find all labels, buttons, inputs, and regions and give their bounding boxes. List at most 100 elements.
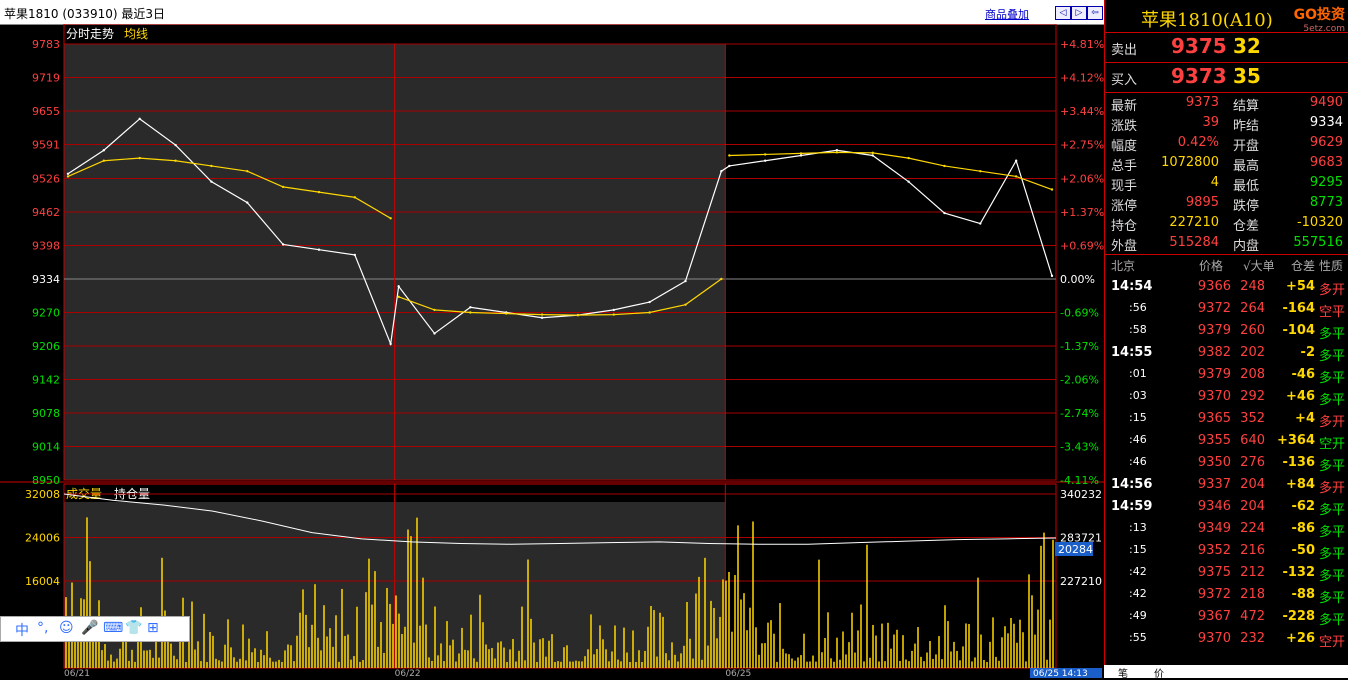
quote-value: 1072800 (1161, 155, 1219, 170)
nav-back-button[interactable]: ⇦ (1087, 6, 1103, 20)
avg-point (246, 169, 249, 173)
price-point (281, 243, 285, 246)
ime-skin-icon[interactable]: 👕 (125, 620, 142, 636)
ime-punct-icon[interactable]: °, (37, 620, 48, 636)
date-label: 06/21 (64, 669, 90, 678)
buy-label: 买入 (1111, 73, 1138, 88)
avg-point (979, 169, 982, 173)
quote-value: 515284 (1169, 235, 1219, 250)
date-label: 06/25 (725, 669, 751, 678)
big-order-toggle[interactable]: √大单 (1243, 257, 1275, 274)
trade-volume: 260 (1240, 323, 1265, 338)
price-point (317, 248, 321, 251)
trade-oi-diff: +46 (1286, 389, 1315, 404)
ime-emoji-icon[interactable]: ☺ (59, 620, 74, 636)
trade-time: :15 (1129, 411, 1147, 424)
price-tick-label: 9334 (32, 273, 60, 286)
price-tick-label: 9014 (32, 441, 60, 454)
trade-oi-diff: +84 (1286, 477, 1315, 492)
quote-label: 幅度 (1111, 139, 1138, 154)
quote-row: 最新 9373 结算 9490 (1105, 93, 1348, 114)
trade-price: 9352 (1197, 543, 1231, 558)
trade-nature: 多平 (1318, 569, 1345, 584)
trade-nature: 多开 (1318, 283, 1345, 298)
trade-oi-diff: -88 (1291, 587, 1316, 602)
quote-value: 557516 (1293, 235, 1343, 250)
trade-oi-diff: -164 (1282, 301, 1315, 316)
trade-oi-diff: -132 (1282, 565, 1315, 580)
trade-volume: 208 (1240, 367, 1265, 382)
trade-volume: 276 (1240, 455, 1265, 470)
contract-title: 苹果1810(A10) (1141, 10, 1273, 31)
trade-nature: 多平 (1318, 591, 1345, 606)
trade-nature: 多平 (1318, 613, 1345, 628)
nav-next-button[interactable]: ▷ (1071, 6, 1087, 20)
trade-row: :42 9372 218 -88 多平 (1105, 584, 1348, 606)
trade-nature: 多平 (1318, 371, 1345, 386)
product-overlay-link[interactable]: 商品叠加 (985, 6, 1029, 22)
price-point (540, 316, 544, 319)
ime-toolbar[interactable]: 中 °, ☺ 🎤 ⌨ 👕 ⊞ (0, 616, 190, 642)
trade-time: 14:59 (1111, 499, 1153, 514)
trade-row: :46 9355 640 +364 空开 (1105, 430, 1348, 452)
trade-oi-diff: -86 (1291, 521, 1316, 536)
trade-volume: 292 (1240, 389, 1265, 404)
trade-time: 14:56 (1111, 477, 1153, 492)
percent-tick-label: +3.44% (1060, 105, 1104, 118)
trade-oi-diff: +26 (1286, 631, 1315, 646)
trade-oi-diff: +54 (1286, 279, 1315, 294)
trade-price: 9379 (1197, 323, 1231, 338)
trade-row: :49 9367 472 -228 多平 (1105, 606, 1348, 628)
trade-row: :42 9375 212 -132 多平 (1105, 562, 1348, 584)
intraday-chart[interactable]: 9783 +4.81% 9719 +4.12% 9655 +3.44% 9591 +2.75%… (0, 24, 1104, 678)
trade-volume: 352 (1240, 411, 1265, 426)
percent-tick-label: 0.00% (1060, 273, 1095, 286)
trade-volume: 204 (1240, 499, 1265, 514)
trade-time: :03 (1129, 389, 1147, 402)
price-point (943, 211, 946, 215)
main-panel-label: 分时走势 (66, 27, 114, 41)
trade-price: 9337 (1197, 477, 1231, 492)
trade-price: 9355 (1197, 433, 1231, 448)
quote-value: 39 (1202, 115, 1219, 130)
quote-value: 8773 (1309, 195, 1343, 210)
quote-label: 涨停 (1111, 199, 1138, 214)
avg-point (505, 312, 508, 315)
avg-point (540, 313, 544, 316)
trade-row: :56 9372 264 -164 空平 (1105, 298, 1348, 320)
trade-row: 14:56 9337 204 +84 多开 (1105, 474, 1348, 496)
oi-badge-text: 20284 (1058, 543, 1093, 556)
quote-value: 9683 (1309, 155, 1343, 170)
quote-row: 总手 1072800 最高 9683 (1105, 153, 1348, 174)
trade-price: 9350 (1197, 455, 1231, 470)
price-point (66, 172, 70, 176)
trade-oi-diff: -228 (1282, 609, 1315, 624)
trade-volume: 218 (1240, 587, 1265, 602)
avg-point (907, 156, 910, 160)
quote-value: 9490 (1309, 95, 1343, 110)
chart-title: 苹果1810 (033910) 最近3日 (4, 7, 165, 21)
trade-row: :46 9350 276 -136 多平 (1105, 452, 1348, 474)
avg-point (612, 313, 615, 316)
ime-keyboard-icon[interactable]: ⌨ (103, 620, 123, 636)
ime-mic-icon[interactable]: 🎤 (81, 620, 98, 636)
trade-row: 14:54 9366 248 +54 多开 (1105, 276, 1348, 298)
price-point (799, 154, 803, 157)
quote-value: 9334 (1309, 115, 1343, 130)
quote-label: 总手 (1111, 159, 1138, 174)
price-point (210, 180, 213, 183)
trade-volume: 232 (1240, 631, 1265, 646)
trade-volume: 640 (1240, 433, 1265, 448)
avg-point (353, 196, 357, 199)
quote-value: 9373 (1185, 95, 1219, 110)
quote-label: 仓差 (1233, 219, 1260, 234)
trade-row: :58 9379 260 -104 多平 (1105, 320, 1348, 342)
trade-row: 14:59 9346 204 -62 多平 (1105, 496, 1348, 518)
avg-point (469, 311, 472, 314)
ime-tools-icon[interactable]: ⊞ (147, 620, 159, 636)
nav-prev-button[interactable]: ◁ (1055, 6, 1071, 20)
quote-label: 最新 (1111, 99, 1138, 114)
trade-volume: 202 (1240, 345, 1265, 360)
price-tick-label: 9591 (32, 138, 60, 151)
ime-lang-icon[interactable]: 中 (15, 620, 29, 640)
